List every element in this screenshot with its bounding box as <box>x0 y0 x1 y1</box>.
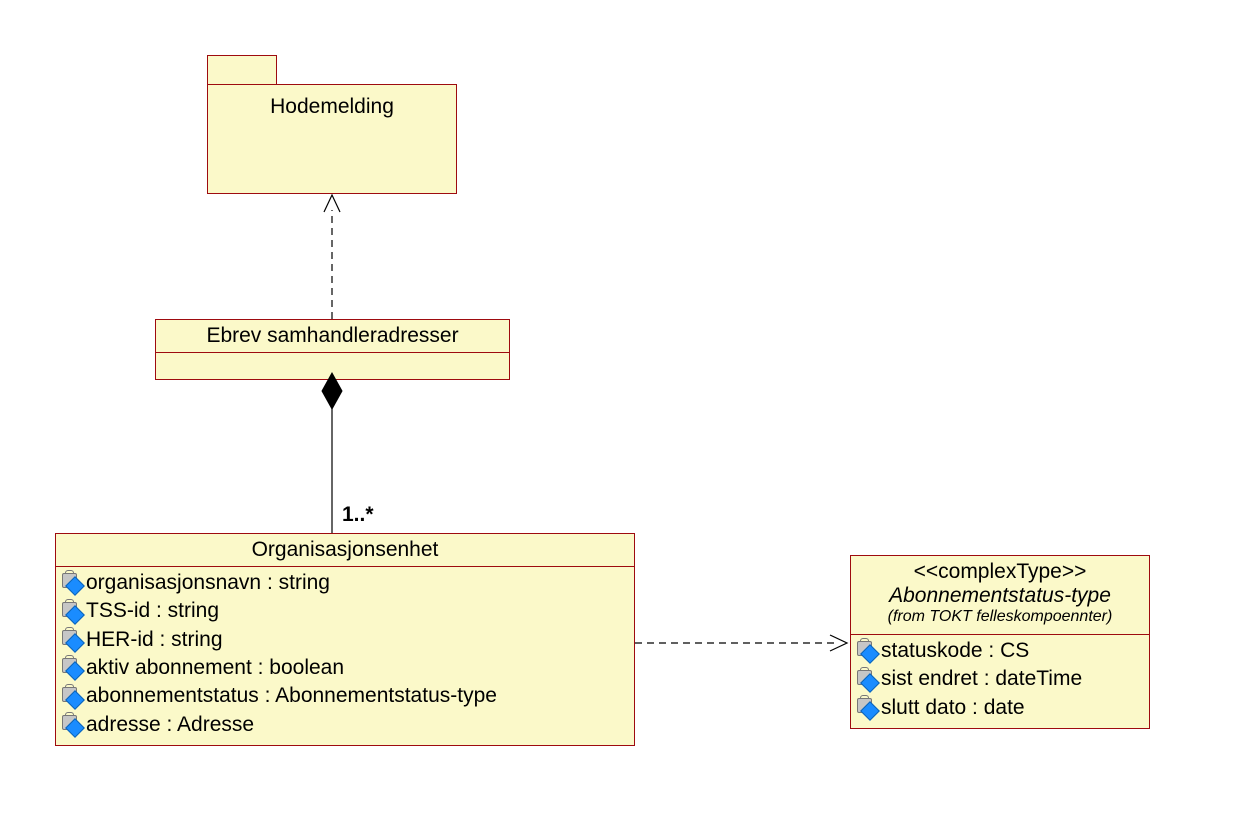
package-name: Hodemelding <box>270 95 394 118</box>
attribute-icon <box>62 715 82 735</box>
attribute-icon <box>62 573 82 593</box>
attr-label: slutt dato : date <box>881 694 1025 722</box>
class-abon-stereotype: <<complexType>> <box>857 560 1143 584</box>
attribute-icon <box>62 687 82 707</box>
attr-row: HER-id : string <box>62 626 628 654</box>
attr-label: HER-id : string <box>86 626 223 654</box>
class-abon-from: (from TOKT felleskompoennter) <box>857 608 1143 630</box>
class-abonnementstatus-type: <<complexType>> Abonnementstatus-type (f… <box>850 555 1150 729</box>
class-organisasjonsenhet: Organisasjonsenhet organisasjonsnavn : s… <box>55 533 635 746</box>
class-abon-name: Abonnementstatus-type <box>857 584 1143 608</box>
attr-row: sist endret : dateTime <box>857 665 1143 693</box>
attr-label: sist endret : dateTime <box>881 665 1082 693</box>
class-ebrev-samhandleradresser: Ebrev samhandleradresser <box>155 319 510 380</box>
class-org-body: organisasjonsnavn : string TSS-id : stri… <box>56 567 634 745</box>
attr-row: abonnementstatus : Abonnementstatus-type <box>62 682 628 710</box>
multiplicity-org: 1..* <box>342 503 374 527</box>
attr-label: TSS-id : string <box>86 597 219 625</box>
attribute-icon <box>62 602 82 622</box>
attribute-icon <box>857 670 877 690</box>
attr-row: statuskode : CS <box>857 637 1143 665</box>
class-ebrev-header: Ebrev samhandleradresser <box>156 320 509 353</box>
class-org-name: Organisasjonsenhet <box>252 538 439 561</box>
attribute-icon <box>857 641 877 661</box>
attr-row: adresse : Adresse <box>62 711 628 739</box>
attr-row: organisasjonsnavn : string <box>62 569 628 597</box>
attribute-icon <box>62 658 82 678</box>
attr-row: aktiv abonnement : boolean <box>62 654 628 682</box>
package-tab <box>207 55 277 85</box>
class-org-header: Organisasjonsenhet <box>56 534 634 567</box>
class-ebrev-name: Ebrev samhandleradresser <box>206 324 458 347</box>
attr-label: organisasjonsnavn : string <box>86 569 330 597</box>
class-abon-body: statuskode : CS sist endret : dateTime s… <box>851 635 1149 728</box>
attr-row: TSS-id : string <box>62 597 628 625</box>
attr-label: statuskode : CS <box>881 637 1029 665</box>
attribute-icon <box>857 698 877 718</box>
class-ebrev-body <box>156 353 509 379</box>
attribute-icon <box>62 630 82 650</box>
attr-label: adresse : Adresse <box>86 711 254 739</box>
attr-label: aktiv abonnement : boolean <box>86 654 344 682</box>
package-hodemelding: Hodemelding <box>207 84 457 194</box>
attr-label: abonnementstatus : Abonnementstatus-type <box>86 682 497 710</box>
attr-row: slutt dato : date <box>857 694 1143 722</box>
